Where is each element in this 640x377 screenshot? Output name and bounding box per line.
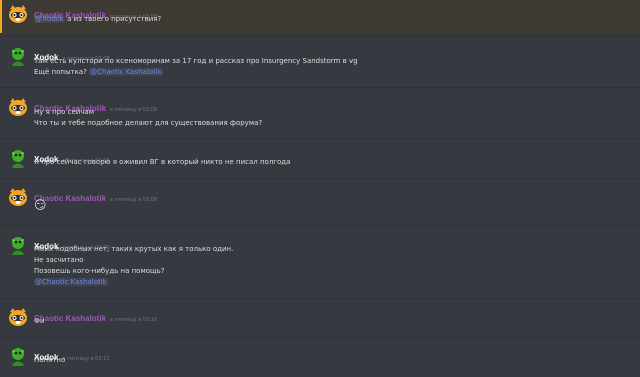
user-mention[interactable]: @Xodok <box>34 15 65 23</box>
timestamp: в пятницу в 03:10 <box>110 317 158 323</box>
chat-messages: Chaotic Kashalotik в пятницу в 03:08 @Xod… <box>0 0 640 377</box>
message-group: Chaotic Kashalotik в пятницу в 03:08 Ну я… <box>0 93 640 133</box>
message-line: Фи <box>34 317 45 325</box>
message-line: Понятно <box>34 356 65 364</box>
user-mention[interactable]: @Chaotic Kashalotik <box>89 68 163 76</box>
message-group: Chaotic Kashalotik в пятницу в 03:10 Фи <box>0 303 640 333</box>
divider <box>0 178 640 179</box>
message-group: Chaotic Kashalotik в пятницу в 03:08 😏 <box>0 183 640 221</box>
raccoon-icon[interactable] <box>7 96 29 118</box>
message-group: Xodok в пятницу в 03:08 Там есть кулстори… <box>0 42 640 82</box>
message-text: Позовешь кого-нибудь на помощь? <box>34 267 165 275</box>
raccoon-icon[interactable] <box>7 186 29 208</box>
message-line: Моих подобных нет, таких крутых как я то… <box>34 245 233 253</box>
message-line: Что ты и тебе подобное делают для сущест… <box>34 119 262 127</box>
message-text: Ну я про сейчам <box>34 108 95 116</box>
message-header: Chaotic Kashalotik в пятницу в 03:08 <box>34 186 157 205</box>
smirk-emoji-icon[interactable]: 😏 <box>34 198 47 212</box>
green-alien-icon[interactable] <box>7 345 29 367</box>
message-text: Не засчитано <box>34 256 84 264</box>
message-text: Там есть кулстори по ксеноморинам за 17 … <box>34 57 358 65</box>
message-line: Позовешь кого-нибудь на помощь? <box>34 267 164 275</box>
username[interactable]: Chaotic Kashalotik <box>34 314 106 323</box>
message-text: а из твоего присутствия? <box>64 15 162 23</box>
green-alien-icon[interactable] <box>7 147 29 169</box>
message-line: Не засчитано <box>34 256 84 264</box>
message-line: @Xodok а из твоего присутствия? <box>34 15 161 23</box>
message-text: Я про сейчас говорю я оживил ВГ в которы… <box>34 158 291 166</box>
message-text: Что ты и тебе подобное делают для сущест… <box>34 119 263 127</box>
divider <box>0 36 640 37</box>
message-line: Я про сейчас говорю я оживил ВГ в которы… <box>34 158 290 166</box>
raccoon-icon[interactable] <box>7 3 29 25</box>
green-alien-icon[interactable] <box>7 234 29 256</box>
message-line: Там есть кулстори по ксеноморинам за 17 … <box>34 57 358 65</box>
message-text: Моих подобных нет, таких крутых как я то… <box>34 245 234 253</box>
message-line: Ещё попытка? @Chaotic Kashalotik <box>34 68 163 76</box>
message-line: @Chaotic Kashalotik <box>34 278 108 286</box>
divider <box>0 225 640 226</box>
raccoon-icon[interactable] <box>7 306 29 328</box>
timestamp: в пятницу в 03:11 <box>62 356 110 362</box>
timestamp: в пятницу в 03:08 <box>110 107 158 113</box>
divider <box>0 298 640 299</box>
divider <box>0 87 640 88</box>
timestamp: в пятницу в 03:08 <box>110 197 158 203</box>
message-line: Ну я про сейчам <box>34 108 94 116</box>
message-group: Xodok в пятницу в 03:11 Понятно <box>0 342 640 374</box>
message-group: Chaotic Kashalotik в пятницу в 03:08 @Xod… <box>0 0 640 33</box>
message-text: Ещё попытка? <box>34 68 90 76</box>
green-alien-icon[interactable] <box>7 45 29 67</box>
message-group: Xodok в пятницу в 03:08 Я про сейчас гово… <box>0 144 640 174</box>
message-text: Понятно <box>34 356 66 364</box>
divider <box>0 337 640 338</box>
divider <box>0 138 640 139</box>
message-header: Chaotic Kashalotik в пятницу в 03:10 <box>34 306 157 325</box>
message-group: Xodok в пятницу в 03:09 Моих подобных нет… <box>0 231 640 293</box>
user-mention[interactable]: @Chaotic Kashalotik <box>34 278 108 286</box>
message-text: Фи <box>34 317 45 325</box>
